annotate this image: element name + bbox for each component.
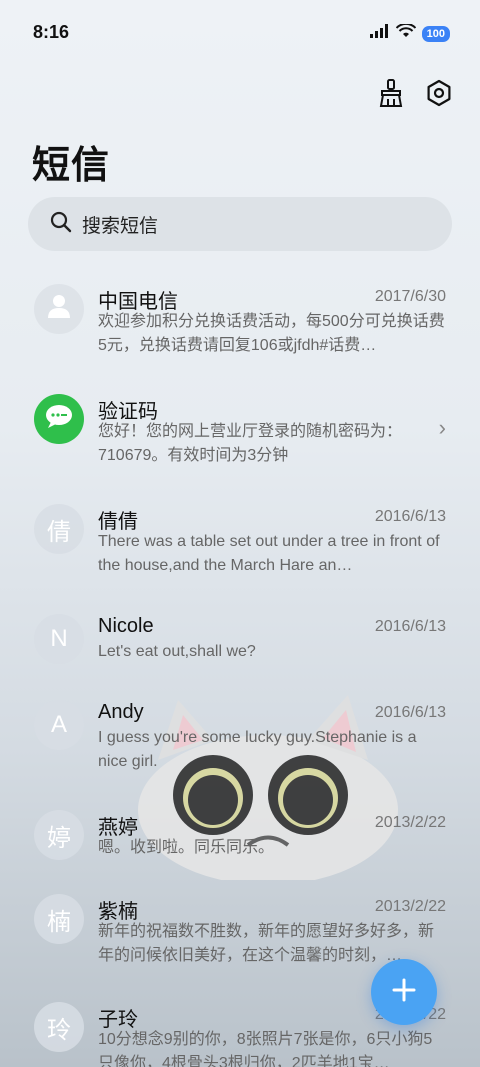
message-date: 2013/2/22	[374, 898, 446, 915]
message-snippet: 欢迎参加积分兑换话费活动，每500分可兑换话费5元，兑换话费请回复106或jfd…	[98, 313, 445, 354]
compose-button[interactable]	[371, 959, 437, 1025]
avatar: 楠	[34, 894, 84, 944]
status-time: 8:16	[33, 22, 70, 42]
person-icon	[46, 293, 72, 326]
broom-icon[interactable]	[376, 78, 406, 108]
top-actions	[376, 78, 454, 108]
plus-icon	[391, 977, 417, 1008]
contact-name: Andy	[98, 701, 144, 723]
status-bar: 8:16 100	[0, 0, 480, 68]
list-item[interactable]: 婷 燕婷 2013/2/22 嗯。收到啦。同乐同乐。	[0, 806, 480, 886]
message-date: 2013/2/22	[374, 814, 446, 831]
avatar: 倩	[34, 504, 84, 554]
settings-icon[interactable]	[424, 78, 454, 108]
status-icons: 100	[369, 22, 450, 43]
search-icon	[50, 211, 72, 238]
avatar	[34, 284, 84, 334]
list-item[interactable]: 中国电信 2017/6/30 欢迎参加积分兑换话费活动，每500分可兑换话费5元…	[0, 280, 480, 380]
message-snippet: I guess you're some lucky guy.Stephanie …	[98, 729, 417, 770]
search-placeholder: 搜索短信	[82, 215, 159, 237]
list-item[interactable]: A Andy 2016/6/13 I guess you're some luc…	[0, 696, 480, 796]
avatar	[34, 394, 84, 444]
battery-indicator: 100	[421, 25, 450, 42]
message-date: 2016/6/13	[374, 704, 446, 721]
message-date: 2017/6/30	[374, 288, 446, 305]
message-snippet: 10分想念9别的你，8张照片7张是你，6只小狗5只像你，4根骨头3根归你，2匹羊…	[98, 1031, 433, 1067]
list-item[interactable]: 验证码 › 您好！您的网上营业厅登录的随机密码为：710679。有效时间为3分钟	[0, 390, 480, 490]
list-item[interactable]: 倩 倩倩 2016/6/13 There was a table set out…	[0, 500, 480, 600]
message-date: 2016/6/13	[374, 618, 446, 635]
avatar: N	[34, 614, 84, 664]
contact-name: Nicole	[98, 615, 154, 637]
wifi-icon	[395, 22, 416, 43]
message-date: 2016/6/13	[374, 508, 446, 525]
message-snippet: Let's eat out,shall we?	[98, 643, 256, 660]
page-title: 短信	[32, 145, 111, 187]
chat-bubble-icon	[44, 403, 74, 436]
list-item[interactable]: N Nicole 2016/6/13 Let's eat out,shall w…	[0, 610, 480, 680]
signal-icon	[369, 24, 390, 43]
avatar: 玲	[34, 1002, 84, 1052]
avatar: A	[34, 700, 84, 750]
message-snippet: 嗯。收到啦。同乐同乐。	[98, 839, 275, 856]
message-snippet: There was a table set out under a tree i…	[98, 533, 440, 574]
message-snippet: 您好！您的网上营业厅登录的随机密码为：710679。有效时间为3分钟	[98, 423, 403, 464]
chevron-right-icon: ›	[438, 415, 446, 440]
search-bar[interactable]: 搜索短信	[28, 197, 452, 251]
avatar: 婷	[34, 810, 84, 860]
